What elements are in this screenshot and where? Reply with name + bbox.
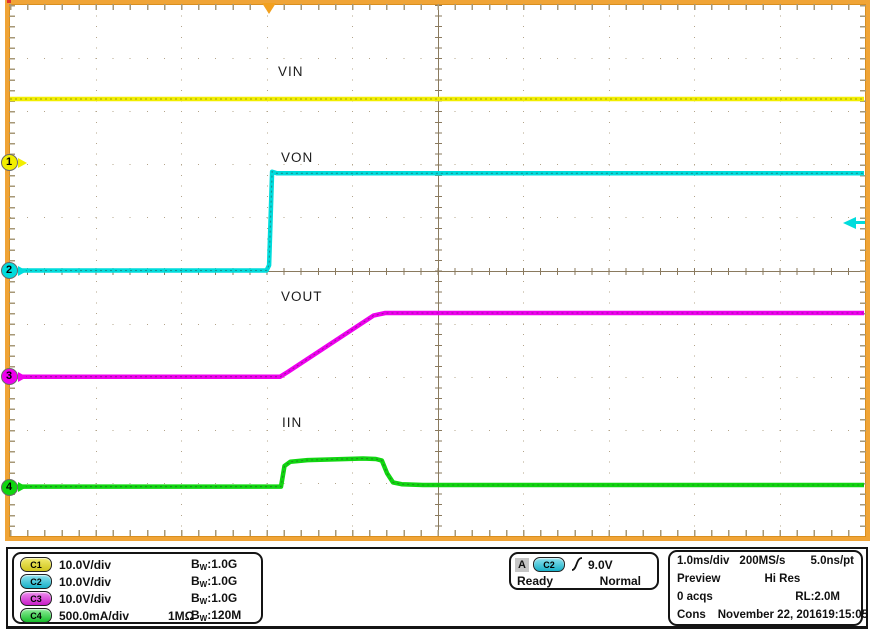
channel-readout-row-c3[interactable]: C3 10.0V/div BW:1.0G [20, 590, 261, 607]
trace-noise-iin [10, 459, 864, 487]
sample-rate-readout: 200MS/s [739, 555, 785, 567]
trigger-position-marker[interactable] [262, 3, 276, 14]
clock-date: November 22, 2016 [718, 609, 822, 621]
channel-marker-1[interactable]: 1 [1, 154, 18, 171]
trigger-readout-box[interactable]: A C2 9.0V Ready Normal [509, 552, 659, 590]
trigger-source-badge[interactable]: C2 [533, 557, 565, 572]
acquisition-mode: Hi Res [764, 573, 800, 585]
channel-marker-arrow-4 [18, 482, 27, 492]
record-length: RL:2.0M [795, 591, 840, 603]
rising-edge-icon [569, 555, 584, 573]
channel-readout-row-c4[interactable]: C4 500.0mA/div 1MΩ BW:120M [20, 607, 261, 624]
trigger-status: Ready [517, 574, 553, 588]
trace-noise-vout [10, 313, 864, 377]
trace-von [10, 172, 864, 271]
channel-scale-c1: 10.0V/div [59, 558, 111, 572]
scope-display[interactable]: VIN1VON2VOUT3IIN4 [5, 0, 870, 541]
trace-vout [10, 313, 864, 377]
trigger-level-marker[interactable] [843, 217, 865, 229]
channel-marker-3[interactable]: 3 [1, 368, 18, 385]
channel-bandwidth-c3: BW:1.0G [191, 591, 237, 606]
channel-marker-2[interactable]: 2 [1, 262, 18, 279]
channel-bandwidth-c4: BW:120M [191, 608, 241, 623]
preview-status: Preview [677, 573, 720, 585]
oscilloscope-screen: { "chart_data": { "type": "line", "title… [0, 0, 875, 630]
channel-readouts-box[interactable]: C1 10.0V/div BW:1.0G C2 10.0V/div BW:1.0… [12, 552, 263, 624]
trace-noise-von [10, 172, 864, 271]
clock-label: Cons [677, 609, 706, 621]
timebase-readout: 1.0ms/div [677, 555, 729, 567]
channel-bandwidth-c1: BW:1.0G [191, 557, 237, 572]
acquisition-count: 0 acqs [677, 591, 713, 603]
channel-scale-c4: 500.0mA/div [59, 609, 129, 623]
channel-marker-arrow-1 [18, 158, 27, 168]
channel-scale-c3: 10.0V/div [59, 592, 111, 606]
channel-scale-c2: 10.0V/div [59, 575, 111, 589]
waveform-canvas [9, 4, 866, 537]
channel-badge-c4[interactable]: C4 [20, 608, 52, 623]
trace-iin [10, 459, 864, 487]
channel-badge-c2[interactable]: C2 [20, 574, 52, 589]
channel-badge-c1[interactable]: C1 [20, 557, 52, 572]
channel-readout-row-c2[interactable]: C2 10.0V/div BW:1.0G [20, 573, 261, 590]
readout-bar: C1 10.0V/div BW:1.0G C2 10.0V/div BW:1.0… [6, 547, 868, 629]
clock-time: 19:15:05 [822, 609, 868, 621]
resolution-readout: 5.0ns/pt [811, 555, 854, 567]
channel-readout-row-c1[interactable]: C1 10.0V/div BW:1.0G [20, 556, 261, 573]
horizontal-acquisition-box[interactable]: 1.0ms/div 200MS/s 5.0ns/pt Preview Hi Re… [668, 550, 863, 626]
trigger-level-arrow-tail [855, 221, 865, 224]
trigger-level-readout: 9.0V [588, 558, 613, 572]
corner-marker [7, 0, 11, 3]
channel-marker-arrow-2 [18, 266, 27, 276]
channel-bandwidth-c2: BW:1.0G [191, 574, 237, 589]
channel-badge-c3[interactable]: C3 [20, 591, 52, 606]
channel-marker-arrow-3 [18, 372, 27, 382]
trigger-a-badge: A [515, 558, 529, 572]
channel-marker-4[interactable]: 4 [1, 479, 18, 496]
graticule: VIN1VON2VOUT3IIN4 [9, 4, 866, 537]
trigger-mode: Normal [600, 574, 641, 588]
